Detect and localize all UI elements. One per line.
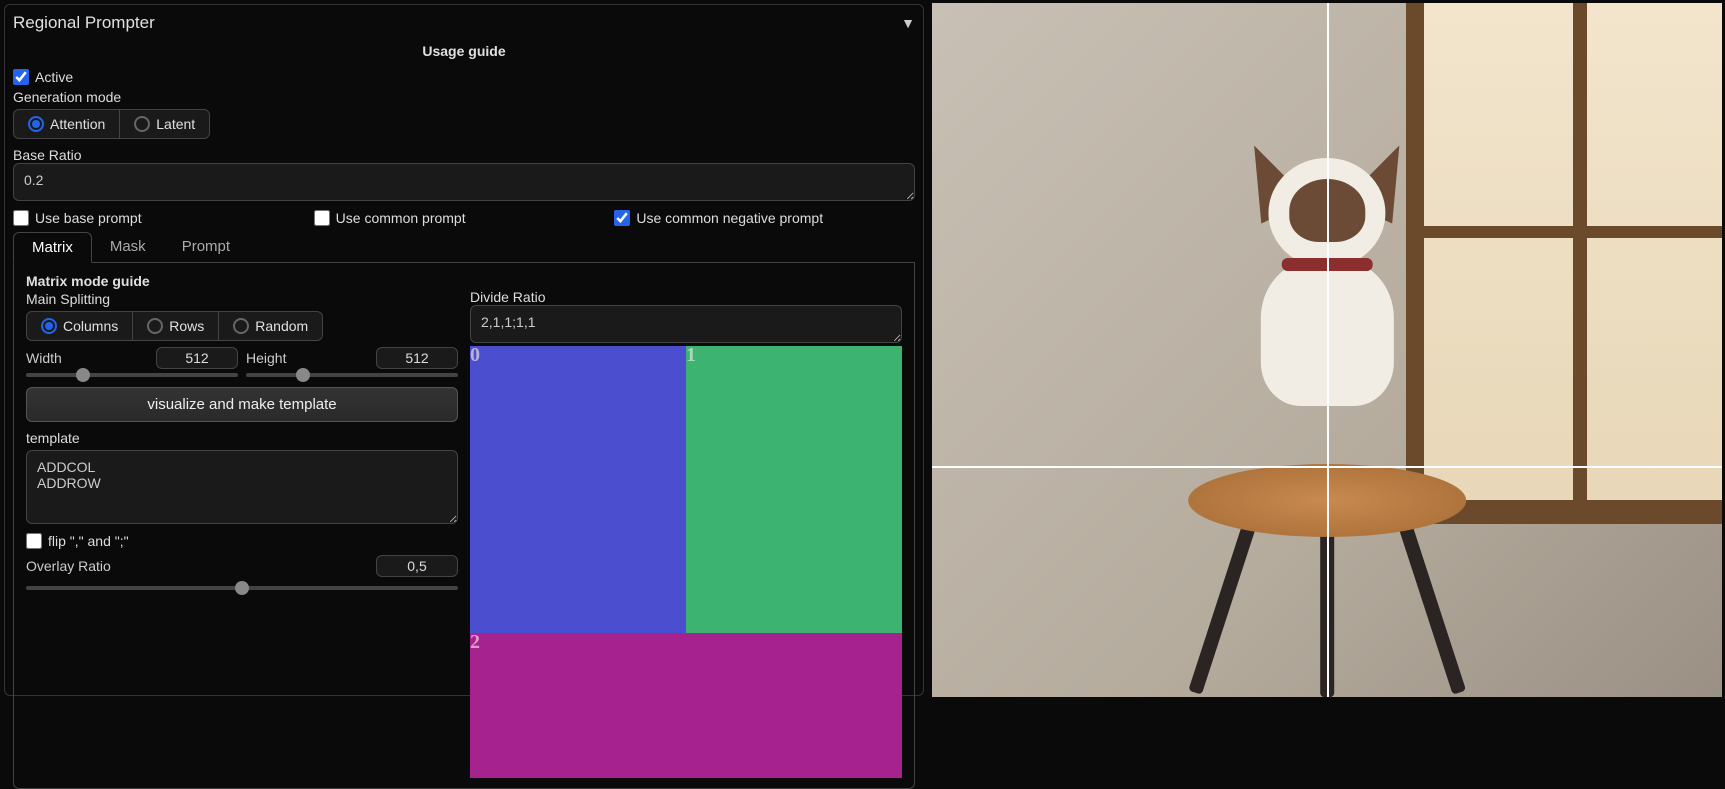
use-common-prompt-row[interactable]: Use common prompt [314, 210, 615, 226]
collapse-icon[interactable]: ▼ [901, 15, 915, 31]
output-image [932, 3, 1722, 697]
mode-tabs: Matrix Mask Prompt [13, 232, 915, 263]
region-label-1: 1 [686, 344, 696, 367]
tab-mask[interactable]: Mask [92, 232, 164, 262]
main-splitting-label: Main Splitting [26, 291, 458, 307]
use-common-prompt-checkbox[interactable] [314, 210, 330, 226]
preview-region-2: 2 [470, 633, 902, 778]
main-splitting-radio-group: Columns Rows Random [26, 311, 458, 341]
base-ratio-input[interactable] [13, 163, 915, 201]
gen-mode-attention[interactable]: Attention [13, 109, 120, 139]
template-label: template [26, 430, 458, 446]
panel-title: Regional Prompter [13, 13, 155, 33]
output-grid-horizontal [932, 466, 1722, 468]
height-input[interactable] [376, 347, 458, 369]
width-slider[interactable] [26, 373, 238, 377]
radio-icon [147, 318, 163, 334]
use-common-negative-row[interactable]: Use common negative prompt [614, 210, 915, 226]
preview-region-0: 0 [470, 346, 686, 633]
gen-mode-latent[interactable]: Latent [120, 109, 210, 139]
generation-mode-label: Generation mode [13, 89, 915, 105]
active-checkbox-row[interactable]: Active [13, 69, 915, 85]
active-checkbox[interactable] [13, 69, 29, 85]
overlay-ratio-label: Overlay Ratio [26, 558, 368, 574]
divide-ratio-input[interactable] [470, 305, 902, 343]
active-label: Active [35, 69, 73, 85]
width-label: Width [26, 350, 150, 366]
base-ratio-label: Base Ratio [13, 147, 915, 163]
use-common-negative-label: Use common negative prompt [636, 210, 823, 226]
matrix-mode-guide[interactable]: Matrix mode guide [26, 273, 902, 289]
flip-checkbox-row[interactable]: flip "," and ";" [26, 533, 458, 549]
regional-prompter-panel: Regional Prompter ▼ Usage guide Active G… [4, 4, 924, 696]
usage-guide-link[interactable]: Usage guide [13, 43, 915, 59]
overlay-ratio-slider[interactable] [26, 586, 458, 590]
use-base-prompt-checkbox[interactable] [13, 210, 29, 226]
use-base-prompt-row[interactable]: Use base prompt [13, 210, 314, 226]
region-preview: ✕ 0 1 2 [470, 346, 902, 778]
split-columns-label: Columns [63, 318, 118, 334]
template-textarea[interactable] [26, 450, 458, 524]
tab-prompt[interactable]: Prompt [164, 232, 248, 262]
preview-region-1: 1 [686, 346, 902, 633]
region-label-0: 0 [470, 344, 480, 367]
use-common-prompt-label: Use common prompt [336, 210, 466, 226]
visualize-button[interactable]: visualize and make template [26, 387, 458, 422]
gen-mode-latent-label: Latent [156, 116, 195, 132]
use-base-prompt-label: Use base prompt [35, 210, 142, 226]
split-rows-label: Rows [169, 318, 204, 334]
tab-matrix[interactable]: Matrix [13, 232, 92, 263]
height-slider[interactable] [246, 373, 458, 377]
use-common-negative-checkbox[interactable] [614, 210, 630, 226]
split-random[interactable]: Random [219, 311, 323, 341]
flip-checkbox[interactable] [26, 533, 42, 549]
radio-icon [134, 116, 150, 132]
radio-icon [28, 116, 44, 132]
matrix-tab-content: Matrix mode guide Main Splitting Columns… [13, 263, 915, 789]
output-grid-vertical [1327, 3, 1329, 697]
overlay-ratio-input[interactable] [376, 555, 458, 577]
width-input[interactable] [156, 347, 238, 369]
gen-mode-attention-label: Attention [50, 116, 105, 132]
split-random-label: Random [255, 318, 308, 334]
split-rows[interactable]: Rows [133, 311, 219, 341]
divide-ratio-label: Divide Ratio [470, 289, 902, 305]
generation-mode-radio-group: Attention Latent [13, 109, 915, 139]
flip-label: flip "," and ";" [48, 533, 129, 549]
radio-icon [41, 318, 57, 334]
split-columns[interactable]: Columns [26, 311, 133, 341]
region-label-2: 2 [470, 631, 480, 654]
radio-icon [233, 318, 249, 334]
height-label: Height [246, 350, 370, 366]
